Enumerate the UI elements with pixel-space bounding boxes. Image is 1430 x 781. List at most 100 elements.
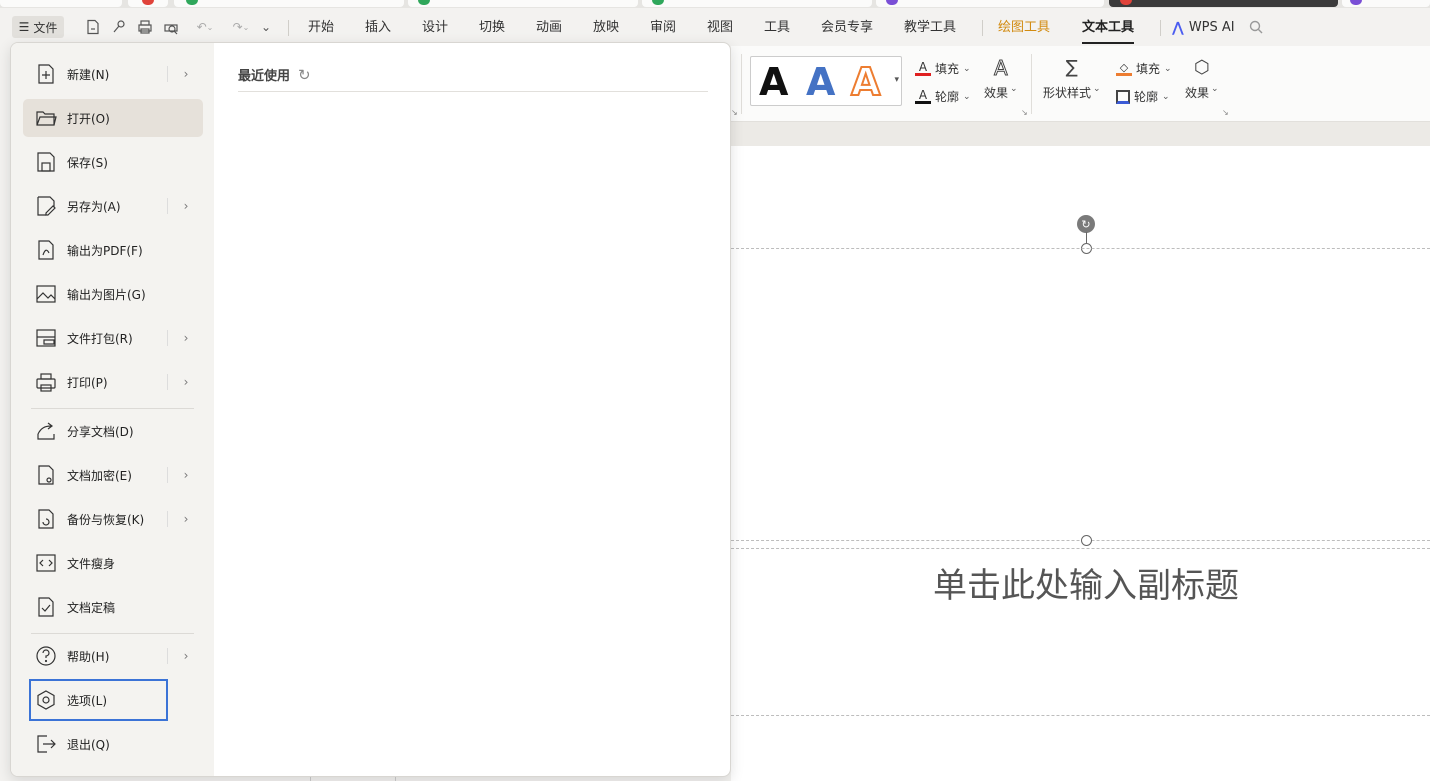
menu-item-backup[interactable]: 备份与恢复(K) ›: [23, 500, 203, 538]
tab-tools[interactable]: 工具: [764, 16, 790, 40]
menu-item-label: 文件瘦身: [67, 556, 116, 571]
menu-item-open[interactable]: 打开(O): [23, 99, 203, 137]
menu-item-save-as[interactable]: 另存为(A) ›: [23, 187, 203, 225]
resize-handle[interactable]: [1081, 535, 1092, 546]
menu-separator: [31, 408, 194, 409]
refresh-icon[interactable]: ↻: [298, 66, 311, 84]
tab-member[interactable]: 会员专享: [821, 16, 873, 40]
shape-outline-button[interactable]: 轮廓 ⌄: [1116, 88, 1170, 105]
subtitle-placeholder[interactable]: 单击此处输入副标题: [731, 558, 1430, 607]
format-painter-icon[interactable]: [108, 16, 130, 38]
menu-item-label: 备份与恢复(K): [67, 512, 145, 527]
shape-outline-label: 轮廓: [1134, 90, 1159, 104]
menu-item-options[interactable]: 选项(L): [29, 679, 168, 721]
tab-transitions[interactable]: 切换: [479, 16, 505, 40]
menu-item-package[interactable]: 文件打包(R) ›: [23, 319, 203, 357]
window-tab-active[interactable]: [1109, 0, 1338, 7]
chevron-right-icon[interactable]: ›: [167, 648, 193, 664]
menu-item-label: 输出为PDF(F): [67, 243, 143, 258]
text-effect-button[interactable]: A 效果 ⌄: [984, 58, 1018, 101]
redo-icon[interactable]: ↷ ⌄: [228, 16, 254, 38]
wordart-style-blue[interactable]: A: [806, 63, 835, 101]
shape-effect-button[interactable]: ⬡ 效果 ⌄: [1185, 58, 1219, 101]
save-icon: [33, 149, 59, 175]
wordart-gallery[interactable]: A A A ▾: [750, 56, 902, 106]
tab-home[interactable]: 开始: [308, 16, 334, 40]
print-quick-icon[interactable]: [134, 16, 156, 38]
chevron-right-icon[interactable]: ›: [167, 467, 193, 483]
menu-item-export-pdf[interactable]: 输出为PDF(F): [23, 231, 203, 269]
shape-outline-icon: [1116, 89, 1130, 104]
shape-fill-label: 填充: [1136, 62, 1161, 76]
gallery-more-icon[interactable]: ▾: [894, 75, 899, 85]
slide[interactable]: [731, 146, 1430, 781]
menu-item-help[interactable]: 帮助(H) ›: [23, 637, 203, 675]
title-placeholder-border: [731, 248, 1430, 249]
shape-fill-button[interactable]: ◇ 填充 ⌄: [1116, 60, 1172, 77]
tab-teaching-tools[interactable]: 教学工具: [904, 16, 956, 40]
divider: [741, 54, 742, 114]
new-file-icon: [33, 61, 59, 87]
finalize-icon: [33, 594, 59, 620]
chevron-right-icon[interactable]: ›: [167, 374, 193, 390]
chevron-down-icon: ⌄: [1162, 91, 1170, 102]
menu-item-new[interactable]: 新建(N) ›: [23, 55, 203, 93]
undo-icon[interactable]: ↶ ⌄: [190, 16, 220, 38]
tab-review[interactable]: 审阅: [650, 16, 676, 40]
dialog-launcher-icon[interactable]: ↘: [1021, 108, 1028, 117]
search-icon[interactable]: [1245, 16, 1267, 38]
chevron-down-icon[interactable]: ⌄: [255, 16, 277, 38]
print-preview-icon[interactable]: [160, 16, 182, 38]
chevron-right-icon[interactable]: ›: [167, 330, 193, 346]
tab-wps-ai[interactable]: ⋀ WPS AI: [1172, 16, 1235, 40]
menu-item-save[interactable]: 保存(S): [23, 143, 203, 181]
text-fill-button[interactable]: A 填充 ⌄: [915, 60, 971, 77]
menu-item-encrypt[interactable]: 文档加密(E) ›: [23, 456, 203, 494]
chevron-right-icon[interactable]: ›: [167, 198, 193, 214]
chevron-down-icon: ⌄: [1010, 84, 1018, 94]
window-tab[interactable]: [642, 0, 872, 7]
shape-style-button[interactable]: ∑ 形状样式 ⌄: [1043, 58, 1101, 101]
tab-text-tools[interactable]: 文本工具: [1082, 16, 1135, 44]
tab-slideshow[interactable]: 放映: [593, 16, 619, 40]
menu-item-label: 退出(Q): [67, 737, 110, 752]
window-tab[interactable]: [174, 0, 404, 7]
window-tab[interactable]: [0, 0, 122, 7]
tab-view[interactable]: 视图: [707, 16, 733, 40]
wordart-style-black[interactable]: A: [759, 63, 788, 101]
chevron-right-icon[interactable]: ›: [167, 511, 193, 527]
divider: [288, 20, 289, 36]
menu-item-share[interactable]: 分享文档(D): [23, 412, 203, 450]
new-doc-icon[interactable]: [82, 16, 104, 38]
menu-item-print[interactable]: 打印(P) ›: [23, 363, 203, 401]
chevron-down-icon: ⌄: [963, 91, 971, 102]
menu-item-export-image[interactable]: 输出为图片(G): [23, 275, 203, 313]
tab-insert[interactable]: 插入: [365, 16, 391, 40]
menu-bar: ☰ 文件 ↶ ⌄ ↷ ⌄ ⌄ 开始 插入 设计 切换 动画 放映 审阅 视图 工…: [0, 8, 1430, 46]
menu-item-finalize[interactable]: 文档定稿: [23, 588, 203, 626]
file-menu-button[interactable]: ☰ 文件: [12, 16, 64, 38]
dialog-launcher-icon[interactable]: ↘: [1222, 108, 1229, 117]
package-icon: [33, 325, 59, 351]
menu-item-label: 打开(O): [67, 111, 110, 126]
window-tab[interactable]: [876, 0, 1104, 7]
tab-design[interactable]: 设计: [422, 16, 448, 40]
subtitle-placeholder-border: [731, 715, 1430, 716]
options-icon: [33, 687, 59, 713]
window-tab[interactable]: [408, 0, 638, 7]
text-fill-label: 填充: [935, 62, 960, 76]
tab-drawing-tools[interactable]: 绘图工具: [998, 16, 1050, 40]
rotate-handle-icon[interactable]: ↻: [1077, 215, 1095, 233]
pdf-export-icon: [33, 237, 59, 263]
menu-item-label: 选项(L): [67, 693, 108, 708]
tab-animations[interactable]: 动画: [536, 16, 562, 40]
dialog-launcher-icon[interactable]: ↘: [731, 108, 738, 117]
text-outline-button[interactable]: A 轮廓 ⌄: [915, 88, 971, 105]
wordart-style-orange[interactable]: A: [850, 62, 881, 102]
subtitle-placeholder-border: [731, 548, 1430, 549]
chevron-right-icon[interactable]: ›: [167, 66, 193, 82]
shape-style-label: 形状样式: [1043, 86, 1092, 100]
divider: [1031, 54, 1032, 114]
menu-item-exit[interactable]: 退出(Q): [23, 725, 203, 763]
menu-item-slim[interactable]: 文件瘦身: [23, 544, 203, 582]
